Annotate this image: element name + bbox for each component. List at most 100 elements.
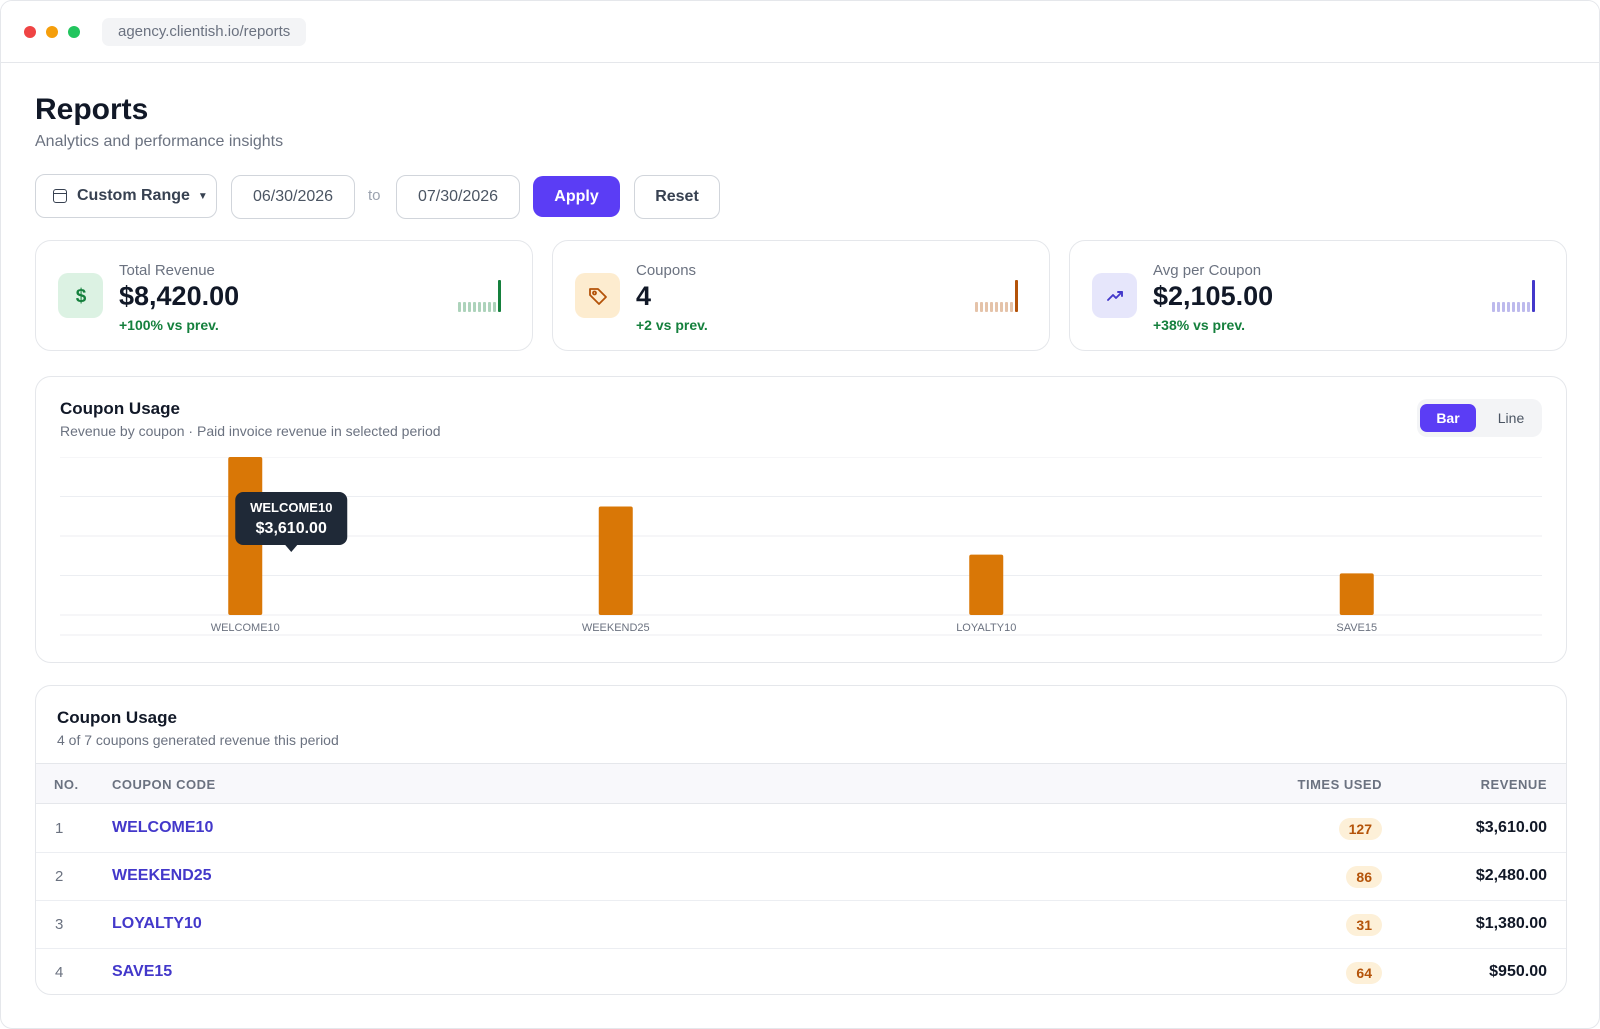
row-number: 2 (55, 868, 64, 885)
sparkline-bar (493, 302, 496, 312)
coupon-code-link[interactable]: WEEKEND25 (112, 867, 212, 885)
trend-up-icon (1092, 273, 1137, 318)
kpi-delta: +100% vs prev. (119, 317, 219, 333)
coupon-code-link[interactable]: WELCOME10 (112, 819, 213, 837)
table-row[interactable]: 1 WELCOME10 127 $3,610.00 (36, 805, 1566, 853)
coupon-code-link[interactable]: LOYALTY10 (112, 915, 202, 933)
sparkline-bar (1512, 302, 1515, 312)
x-tick-label: LOYALTY10 (956, 622, 1016, 634)
tooltip-pointer (285, 545, 298, 552)
times-used-badge: 127 (1338, 818, 1382, 840)
sparkline-bar (1532, 280, 1535, 312)
line-toggle-button[interactable]: Line (1483, 404, 1539, 432)
sparkline (458, 280, 510, 312)
table-title: Coupon Usage (57, 708, 177, 727)
coupon-code-link[interactable]: SAVE15 (112, 963, 172, 981)
tag-icon (575, 273, 620, 318)
apply-button[interactable]: Apply (533, 176, 620, 217)
revenue-value: $1,380.00 (1475, 915, 1547, 932)
column-header-no[interactable]: NO. (54, 777, 79, 792)
kpi-card-total-revenue: $ Total Revenue $8,420.00 +100% vs prev. (35, 240, 533, 351)
sparkline-bar (498, 280, 501, 312)
sparkline-bar (1522, 302, 1525, 312)
sparkline-bar (478, 302, 481, 312)
sparkline-bar (458, 302, 461, 312)
date-separator-label: to (368, 187, 381, 204)
sparkline-bar (1000, 302, 1003, 312)
chart-bar[interactable] (969, 554, 1004, 615)
table-subtitle: 4 of 7 coupons generated revenue this pe… (57, 732, 339, 748)
kpi-value: $2,105.00 (1153, 281, 1274, 311)
bar-toggle-button[interactable]: Bar (1420, 404, 1476, 432)
date-range-label: Custom Range (77, 187, 190, 204)
sparkline-bar (463, 302, 466, 312)
sparkline-bar (1527, 302, 1530, 312)
table-row[interactable]: 4 SAVE15 64 $950.00 (36, 949, 1566, 994)
svg-text:$: $ (75, 286, 86, 307)
sparkline-bar (1492, 302, 1495, 312)
row-number: 3 (55, 916, 64, 933)
x-tick-label: SAVE15 (1336, 622, 1377, 634)
column-header-revenue[interactable]: REVENUE (1481, 777, 1547, 792)
sparkline-bar (1517, 302, 1520, 312)
chart-title: Coupon Usage (60, 399, 180, 418)
sparkline-bar (980, 302, 983, 312)
chart-bar[interactable] (1339, 573, 1374, 615)
end-date-input[interactable]: 07/30/2026 (396, 175, 520, 219)
dollar-icon: $ (58, 273, 103, 318)
sparkline-bar (1005, 302, 1008, 312)
minimize-window-dot[interactable] (46, 26, 58, 38)
kpi-delta: +2 vs prev. (636, 317, 708, 333)
page-subtitle: Analytics and performance insights (35, 133, 284, 150)
coupon-bar-chart: WELCOME10 WEEKEND25 LOYALTY10 SAVE15 WELCOME… (60, 457, 1542, 636)
kpi-value: $8,420.00 (119, 281, 240, 311)
row-number: 1 (55, 820, 64, 837)
browser-titlebar: agency.clientish.io/reports (1, 1, 1599, 63)
chart-type-toggle: Bar Line (1417, 399, 1542, 437)
tooltip-label: WELCOME10 (250, 500, 332, 515)
sparkline (1492, 280, 1544, 312)
sparkline-bar (985, 302, 988, 312)
table-row[interactable]: 2 WEEKEND25 86 $2,480.00 (36, 853, 1566, 901)
sparkline-bar (483, 302, 486, 312)
revenue-value: $2,480.00 (1475, 867, 1547, 884)
row-number: 4 (55, 964, 64, 981)
chart-bar[interactable] (598, 506, 633, 615)
kpi-label: Avg per Coupon (1153, 262, 1262, 279)
close-window-dot[interactable] (24, 26, 36, 38)
sparkline-bar (1010, 302, 1013, 312)
times-used-badge: 64 (1346, 962, 1382, 984)
sparkline-bar (990, 302, 993, 312)
sparkline-bar (995, 302, 998, 312)
x-tick-label: WELCOME10 (211, 622, 280, 634)
maximize-window-dot[interactable] (68, 26, 80, 38)
chart-tooltip: WELCOME10 $3,610.00 (235, 492, 348, 552)
calendar-icon (53, 189, 67, 203)
coupon-usage-table-card: Coupon Usage 4 of 7 coupons generated re… (35, 685, 1567, 995)
kpi-label: Total Revenue (119, 262, 215, 279)
app-window: agency.clientish.io/reports Reports Anal… (0, 0, 1600, 1029)
address-bar[interactable]: agency.clientish.io/reports (102, 18, 307, 46)
start-date-input[interactable]: 06/30/2026 (231, 175, 355, 219)
kpi-card-coupons: Coupons 4 +2 vs prev. (552, 240, 1050, 351)
table-header: NO. COUPON CODE TIMES USED REVENUE (36, 763, 1566, 804)
sparkline-bar (468, 302, 471, 312)
sparkline-bar (975, 302, 978, 312)
tooltip-value: $3,610.00 (256, 520, 327, 537)
date-range-select[interactable]: Custom Range ▼ (35, 174, 217, 218)
sparkline-bar (1015, 280, 1018, 312)
x-tick-label: WEEKEND25 (582, 622, 650, 634)
sparkline-bar (473, 302, 476, 312)
revenue-value: $3,610.00 (1475, 819, 1547, 836)
coupon-usage-chart-card: Coupon Usage Revenue by coupon · Paid in… (35, 376, 1567, 663)
sparkline-bar (1502, 302, 1505, 312)
table-row[interactable]: 3 LOYALTY10 31 $1,380.00 (36, 901, 1566, 949)
column-header-times-used[interactable]: TIMES USED (1298, 777, 1382, 792)
caret-down-icon: ▼ (197, 190, 208, 202)
sparkline-bar (488, 302, 491, 312)
sparkline-bar (1497, 302, 1500, 312)
reset-button[interactable]: Reset (634, 175, 720, 219)
times-used-badge: 31 (1346, 914, 1382, 936)
column-header-coupon-code[interactable]: COUPON CODE (112, 777, 216, 792)
kpi-label: Coupons (636, 262, 697, 279)
